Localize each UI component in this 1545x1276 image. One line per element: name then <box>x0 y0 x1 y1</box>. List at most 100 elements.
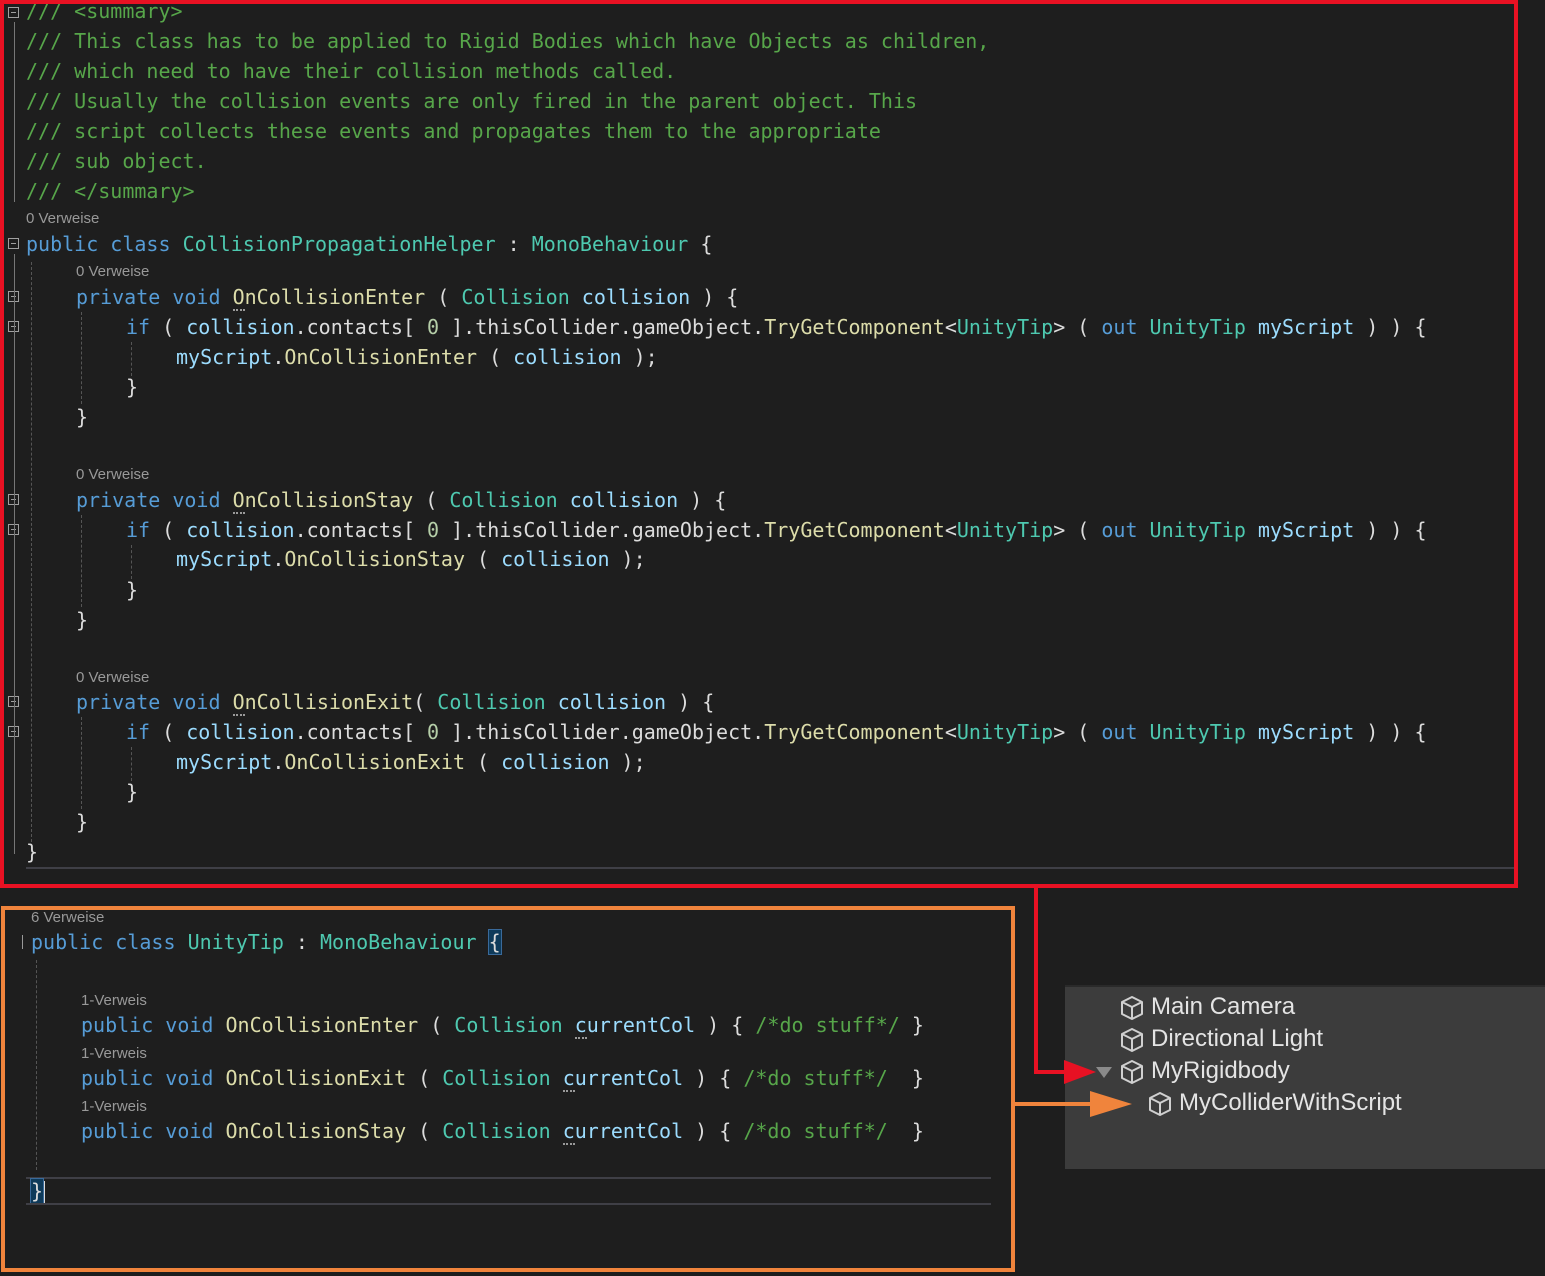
hierarchy-item-label: MyRigidbody <box>1151 1057 1290 1084</box>
paren: ); <box>609 750 646 774</box>
keyword: out <box>1101 518 1138 542</box>
method-declaration-enter: private void OnCollisionEnter ( Collisio… <box>76 282 738 312</box>
type: UnityTip <box>1149 720 1246 744</box>
codelens-references[interactable]: 1-Verweis <box>81 1098 147 1115</box>
method-call-line: myScript.OnCollisionExit ( collision ); <box>176 747 646 777</box>
hierarchy-item-label: Directional Light <box>1151 1025 1324 1052</box>
codelens-references[interactable]: 1-Verweis <box>81 1045 147 1062</box>
variable: myScript <box>1257 518 1355 542</box>
brace: } <box>126 578 139 602</box>
member-access: .contacts[ <box>294 315 428 339</box>
brace: { <box>688 232 713 256</box>
codelens-references[interactable]: 0 Verweise <box>76 669 149 686</box>
summary-comment-line: /// sub object. <box>26 149 207 173</box>
expand-triangle-icon[interactable] <box>1096 1067 1112 1078</box>
member-access: ].thisCollider.gameObject. <box>439 518 765 542</box>
member-access: ].thisCollider.gameObject. <box>439 315 765 339</box>
member-access: .contacts[ <box>294 518 428 542</box>
brace: } <box>899 1013 924 1037</box>
if-statement: if ( collision.contacts[ 0 ].thisCollide… <box>126 515 1427 545</box>
paren: ) { <box>678 488 727 512</box>
if-statement: if ( collision.contacts[ 0 ].thisCollide… <box>126 312 1427 342</box>
method-call: TryGetComponent <box>764 720 945 744</box>
paren: ( <box>425 285 462 309</box>
paren: ); <box>621 345 658 369</box>
paren: ) { <box>690 285 739 309</box>
method-call: TryGetComponent <box>764 315 945 339</box>
param-name: urrentCol <box>574 1119 684 1143</box>
method-call-line: myScript.OnCollisionEnter ( collision ); <box>176 342 658 372</box>
keyword: if <box>126 315 151 339</box>
method-name: nCollisionExit <box>244 690 414 714</box>
keyword: if <box>126 518 151 542</box>
param-type: Collision <box>449 488 558 512</box>
param-name: urrentCol <box>574 1066 684 1090</box>
codelens-references[interactable]: 1-Verweis <box>81 992 147 1009</box>
keyword: class <box>110 232 171 256</box>
codelens-references[interactable]: 6 Verweise <box>31 909 104 926</box>
keyword: public <box>31 930 104 954</box>
fold-toggle-summary[interactable] <box>8 7 19 18</box>
dot: . <box>272 345 285 369</box>
codelens-references[interactable]: 0 Verweise <box>76 263 149 280</box>
closing-brace-cursor[interactable]: } <box>29 1176 46 1206</box>
summary-comment-line: /// </summary> <box>26 179 195 203</box>
paren: ( <box>477 345 514 369</box>
hierarchy-item-myrigidbody[interactable]: MyRigidbody <box>1119 1056 1290 1086</box>
paren: ) { <box>683 1119 744 1143</box>
indent-guide <box>131 545 132 579</box>
number: 0 <box>427 518 440 542</box>
type: UnityTip <box>1149 518 1246 542</box>
paren: ) ) { <box>1354 720 1427 744</box>
summary-comment-line: /// This class has to be applied to Rigi… <box>26 29 990 53</box>
base-class-name: MonoBehaviour <box>531 232 689 256</box>
param-type: Collision <box>437 690 546 714</box>
member-access: ].thisCollider.gameObject. <box>439 720 765 744</box>
method-name: OnCollisionExit <box>225 1066 407 1090</box>
codelens-references[interactable]: 0 Verweise <box>26 210 99 227</box>
indent-guide <box>81 312 82 404</box>
generic: > <box>1053 315 1066 339</box>
variable: myScript <box>176 345 273 369</box>
member-access: .contacts[ <box>294 720 428 744</box>
keyword: void <box>165 1066 214 1090</box>
paren: ( <box>413 690 438 714</box>
editor-line-separator <box>26 867 1516 869</box>
indent-guide <box>81 717 82 809</box>
method-name: OnCollisionEnter <box>225 1013 419 1037</box>
keyword: void <box>172 285 221 309</box>
paren: ) { <box>666 690 715 714</box>
hierarchy-item-mycolliderwithscript[interactable]: MyColliderWithScript <box>1147 1088 1402 1118</box>
codelens-references[interactable]: 0 Verweise <box>76 466 149 483</box>
method-name: nCollisionStay <box>244 488 414 512</box>
method-declaration-stay: private void OnCollisionStay ( Collision… <box>76 485 726 515</box>
fold-toggle-class[interactable] <box>8 238 19 249</box>
type: UnityTip <box>956 720 1054 744</box>
hierarchy-item-directional-light[interactable]: Directional Light <box>1119 1024 1323 1054</box>
paren: ( <box>1065 720 1102 744</box>
type: UnityTip <box>956 518 1054 542</box>
keyword: public <box>81 1119 154 1143</box>
method-call: TryGetComponent <box>764 518 945 542</box>
gameobject-cube-icon <box>1121 1027 1143 1052</box>
brace: } <box>126 375 139 399</box>
paren: ( <box>413 488 450 512</box>
param-type: Collision <box>442 1119 551 1143</box>
hierarchy-item-main-camera[interactable]: Main Camera <box>1119 992 1295 1022</box>
class-name: UnityTip <box>187 930 284 954</box>
variable: collision <box>186 315 295 339</box>
editor-line-separator <box>26 1203 991 1205</box>
paren: ( <box>150 315 187 339</box>
summary-comment-line: /// script collects these events and pro… <box>26 119 881 143</box>
keyword: out <box>1101 720 1138 744</box>
inline-comment: /*do stuff*/ <box>743 1066 888 1090</box>
fold-marker <box>22 935 27 949</box>
keyword: void <box>172 690 221 714</box>
keyword: public <box>81 1066 154 1090</box>
paren: ) ) { <box>1354 518 1427 542</box>
variable: collision <box>501 547 610 571</box>
indent-guide <box>14 22 15 202</box>
red-connector-line <box>1034 886 1068 1074</box>
param-type: Collision <box>454 1013 563 1037</box>
method-call: OnCollisionEnter <box>284 345 478 369</box>
